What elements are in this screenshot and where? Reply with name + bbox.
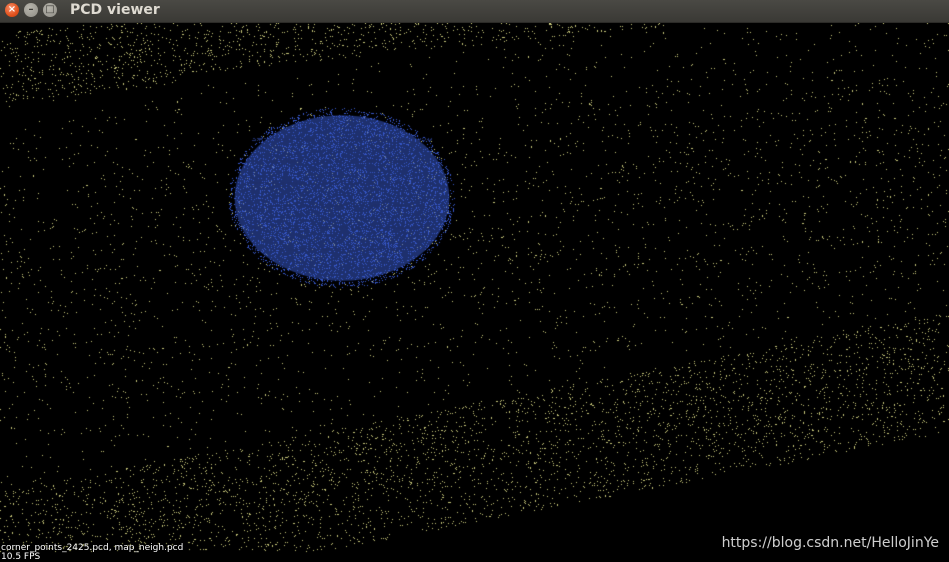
point-cloud-viewport[interactable]: corner_points_2425.pcd, map_neigh.pcd 10… bbox=[0, 23, 949, 562]
window-title: PCD viewer bbox=[70, 2, 160, 18]
fps-counter: 10.5 FPS bbox=[1, 552, 41, 562]
window-minimize-button[interactable]: – bbox=[24, 3, 38, 17]
window-titlebar: × – □ PCD viewer bbox=[0, 0, 949, 23]
window-close-button[interactable]: × bbox=[5, 3, 19, 17]
watermark-text: https://blog.csdn.net/HelloJinYe bbox=[721, 535, 939, 551]
window-maximize-button[interactable]: □ bbox=[43, 3, 57, 17]
point-cloud-canvas[interactable] bbox=[0, 23, 949, 562]
